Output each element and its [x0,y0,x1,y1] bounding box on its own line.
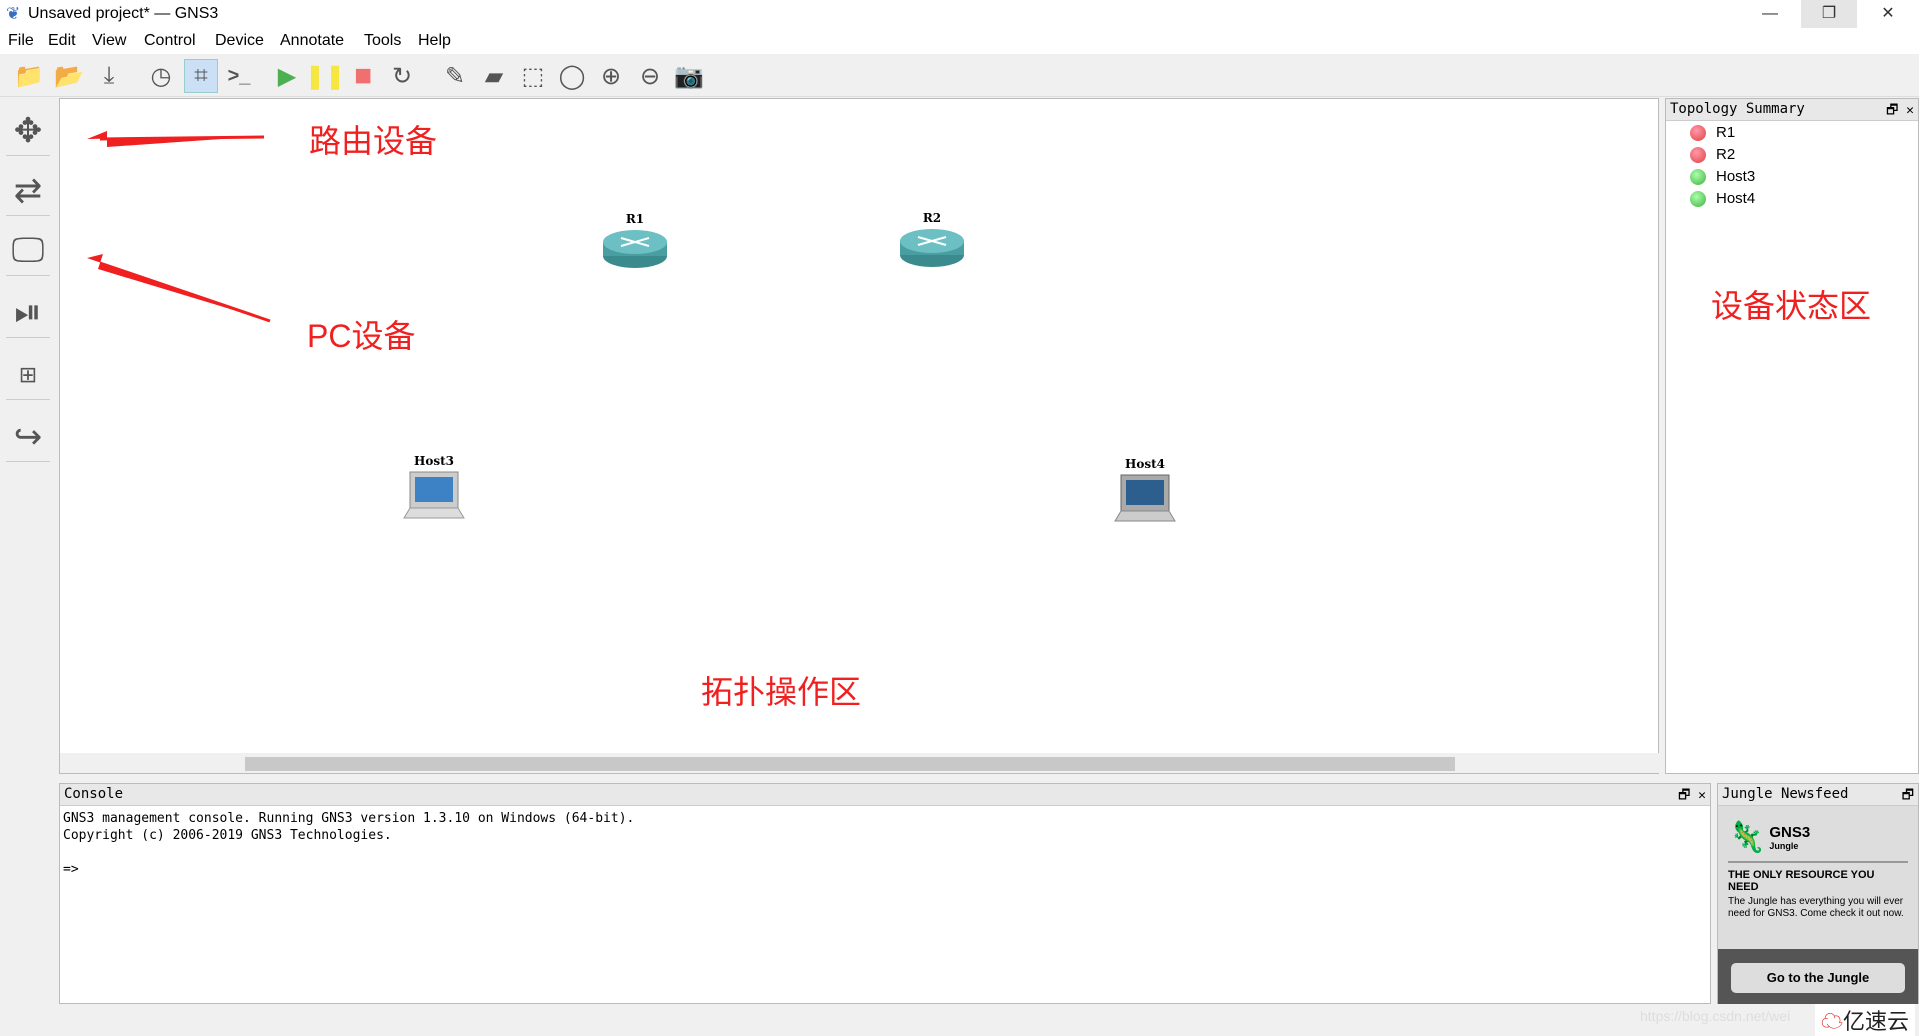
brand-text: 亿速云 [1843,1009,1910,1034]
note-icon[interactable]: ✎ [438,59,472,93]
topology-item[interactable]: Host3 [1690,168,1755,185]
chameleon-logo-icon: 🦎 [1728,821,1766,854]
jungle-logo: GNS3 [1769,824,1811,841]
scrollbar-thumb[interactable] [245,757,1455,771]
status-bar: https://blog.csdn.net/wei ☁亿速云 [0,1004,1919,1036]
ellipse-icon[interactable]: ◯ [555,59,589,93]
router-icon [603,230,667,268]
device-label: Host4 [1125,457,1165,471]
router-r1[interactable]: R1 [600,212,670,273]
panel-header: Console 🗗 ✕ [60,784,1710,806]
device-label: R1 [625,212,645,226]
minimize-button[interactable]: — [1742,0,1798,28]
topology-item[interactable]: R1 [1690,124,1735,141]
switches-icon[interactable]: ⇄ [6,166,50,216]
suspend-icon[interactable]: ❚❚ [305,59,345,93]
item-label: R1 [1716,124,1736,141]
annotation-pcs: PC设备 [307,318,416,354]
float-close-icons[interactable]: 🗗 ✕ [1678,786,1706,808]
gns3-app-icon: ❦ [6,4,21,23]
add-link-icon[interactable]: ↪ [6,412,50,462]
jungle-logo-sub: Jungle [1769,841,1799,851]
router-r2[interactable]: R2 [897,211,967,272]
status-running-icon [1690,190,1706,207]
router-icon [900,229,964,267]
menu-tools[interactable]: Tools [364,32,401,50]
save-icon[interactable]: ⤓ [92,59,126,93]
menu-view[interactable]: View [92,32,126,50]
security-devices-icon[interactable]: ⏯ [6,288,50,338]
all-devices-icon[interactable]: ⊞ [6,350,50,400]
stop-icon[interactable]: ■ [346,59,380,93]
annotation-topology-area: 拓扑操作区 [701,674,862,710]
rectangle-icon[interactable]: ⬚ [516,59,550,93]
status-stopped-icon [1690,124,1706,141]
zoom-in-icon[interactable]: ⊕ [594,59,628,93]
horizontal-scrollbar[interactable] [60,753,1698,773]
console-output[interactable]: GNS3 management console. Running GNS3 ve… [60,806,1710,882]
topology-item[interactable]: R2 [1690,146,1735,163]
reload-icon[interactable]: ↻ [385,59,419,93]
annotation-status-area: 设备状态区 [1711,288,1872,324]
zoom-out-icon[interactable]: ⊖ [633,59,667,93]
folder-open-icon[interactable]: 📂 [52,59,86,93]
topology-summary-panel: Topology Summary 🗗 ✕ R1 R2 Host3 Host4 设备… [1665,98,1919,774]
device-label: Host3 [414,454,454,468]
routers-icon[interactable]: ✥ [6,106,50,156]
image-icon[interactable]: ▰ [477,59,511,93]
annotation-routers: 路由设备 [309,123,438,159]
screenshot-icon[interactable]: 📷 [672,59,706,93]
clock-icon[interactable]: ◷ [144,59,178,93]
show-labels-icon[interactable]: ⌗ [184,59,218,93]
panel-title: Topology Summary [1670,101,1805,117]
jungle-body: The Jungle has everything you will ever … [1728,896,1904,919]
close-button[interactable]: ✕ [1860,0,1916,28]
menu-bar: File Edit View Control Device Annotate T… [0,28,1919,54]
item-label: Host3 [1716,168,1756,185]
menu-help[interactable]: Help [418,32,451,50]
console-icon[interactable]: >_ [222,59,256,93]
laptop-icon [403,471,465,519]
start-icon[interactable]: ▶ [270,59,304,93]
console-panel: Console 🗗 ✕ GNS3 management console. Runn… [59,783,1711,1004]
title-bar: ❦ Unsaved project* — GNS3 — ❐ ✕ [0,0,1919,28]
panel-title: Console [64,786,124,802]
menu-annotate[interactable]: Annotate [280,32,344,50]
float-icon[interactable]: 🗗 [1902,786,1914,808]
host-host4[interactable]: Host4 [1110,457,1180,530]
main-toolbar: 📁 📂 ⤓ ◷ ⌗ >_ ▶ ❚❚ ■ ↻ ✎ ▰ ⬚ ◯ ⊕ ⊖ 📷 [0,55,1919,97]
item-label: R2 [1716,146,1736,163]
panel-header: Topology Summary 🗗 ✕ [1666,99,1918,121]
device-toolbar: ✥ ⇄ 🖵 ⏯ ⊞ ↪ [0,98,56,1004]
cloud-logo-icon: ☁ [1821,1009,1844,1034]
restore-button[interactable]: ❐ [1801,0,1857,28]
status-stopped-icon [1690,146,1706,163]
jungle-newsfeed-panel: Jungle Newsfeed 🗗 🦎 GNS3 Jungle THE ONLY R… [1717,783,1919,1005]
item-label: Host4 [1716,190,1756,207]
device-label: R2 [922,211,942,225]
topology-item[interactable]: Host4 [1690,190,1755,207]
float-close-icons[interactable]: 🗗 ✕ [1886,101,1914,123]
watermark-brand: ☁亿速云 [1815,1004,1916,1036]
folder-new-icon[interactable]: 📁 [12,59,46,93]
menu-control[interactable]: Control [144,32,196,50]
laptop-icon [1114,474,1176,522]
jungle-headline: THE ONLY RESOURCE YOU NEED [1728,869,1875,893]
watermark-url: https://blog.csdn.net/wei [1640,1008,1791,1024]
panel-header: Jungle Newsfeed 🗗 [1718,784,1918,806]
menu-device[interactable]: Device [215,32,264,50]
go-to-jungle-button[interactable]: Go to the Jungle [1731,963,1905,993]
topology-canvas[interactable]: 路由设备 PC设备 拓扑操作区 R1 R2 Host3 Host4 [59,98,1718,774]
end-devices-icon[interactable]: 🖵 [6,226,50,276]
window-title: Unsaved project* — GNS3 [28,5,219,22]
host-host3[interactable]: Host3 [399,454,469,527]
status-running-icon [1690,168,1706,185]
menu-edit[interactable]: Edit [48,32,76,50]
menu-file[interactable]: File [8,32,34,50]
panel-title: Jungle Newsfeed [1722,786,1849,802]
